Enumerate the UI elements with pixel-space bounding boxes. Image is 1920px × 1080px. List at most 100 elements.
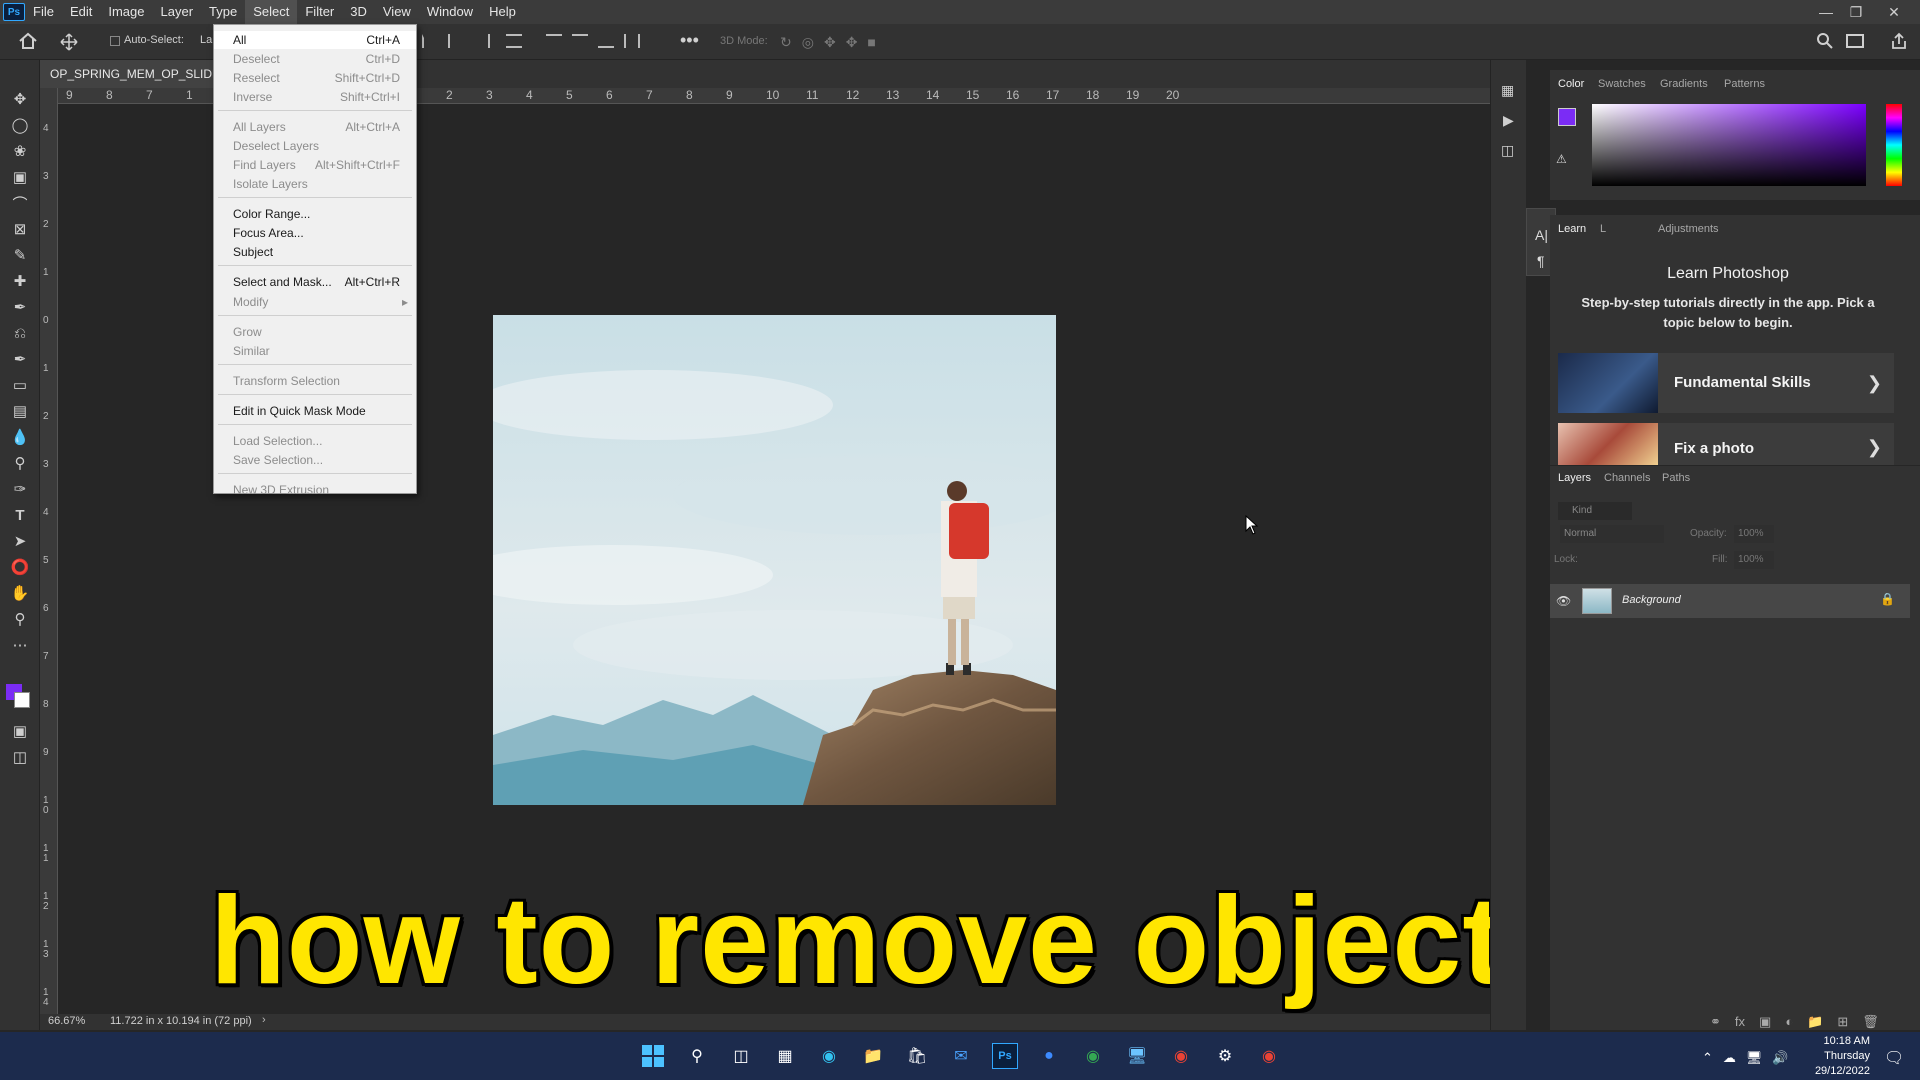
menu-item-similar[interactable]: Similar (214, 342, 416, 360)
align-bottom-icon[interactable] (598, 34, 614, 48)
history-brush-tool-icon[interactable]: ✒ (8, 348, 32, 370)
menu-3d[interactable]: 3D (342, 0, 375, 24)
tab-learn[interactable]: Learn (1558, 223, 1586, 235)
paragraph-icon[interactable]: ¶ (1537, 253, 1545, 269)
clone-stamp-tool-icon[interactable]: ⎌ (8, 322, 32, 344)
menu-edit[interactable]: Edit (62, 0, 100, 24)
tab-paths[interactable]: Paths (1662, 472, 1690, 484)
more-options-icon[interactable]: ••• (680, 30, 699, 51)
layer-row[interactable]: 👁 Background 🔒 (1550, 584, 1910, 618)
character-icon[interactable]: A| (1535, 227, 1548, 243)
settings-icon[interactable]: ⚙ (1212, 1043, 1238, 1069)
crop-tool-icon[interactable]: ⌒ (8, 192, 32, 214)
menu-file[interactable]: File (25, 0, 62, 24)
widgets-icon[interactable]: ▦ (772, 1043, 798, 1069)
menu-item-reselect[interactable]: Reselect Shift+Ctrl+D (214, 69, 416, 87)
menu-item-new-3d-extrusion[interactable]: New 3D Extrusion (214, 481, 416, 499)
hue-slider[interactable] (1886, 104, 1902, 186)
cloud-icon[interactable]: ☁ (1723, 1050, 1736, 1066)
menu-item-deselect-layers[interactable]: Deselect Layers (214, 137, 416, 155)
layer-name[interactable]: Background (1622, 594, 1681, 606)
network-icon[interactable]: 🖥 (1746, 1050, 1763, 1066)
menu-item-select-and-mask[interactable]: Select and Mask... Alt+Ctrl+R (214, 273, 416, 291)
chevron-up-icon[interactable]: ⌃ (1702, 1050, 1713, 1066)
frame-tool-icon[interactable]: ⊠ (8, 218, 32, 240)
more-tools-icon[interactable]: ⋯ (8, 634, 32, 656)
search-icon[interactable] (1816, 32, 1834, 50)
libraries-icon[interactable]: ◫ (1501, 142, 1514, 159)
gradient-tool-icon[interactable]: ▤ (8, 400, 32, 422)
app-icon[interactable]: ● (1036, 1043, 1062, 1069)
photoshop-taskbar-icon[interactable]: Ps (992, 1043, 1018, 1069)
menu-filter[interactable]: Filter (297, 0, 342, 24)
pen-tool-icon[interactable]: ✑ (8, 478, 32, 500)
align-left-icon[interactable] (422, 34, 438, 48)
menu-view[interactable]: View (375, 0, 419, 24)
background-color-swatch[interactable] (14, 692, 30, 708)
visibility-eye-icon[interactable]: 👁 (1556, 594, 1571, 608)
notification-icon[interactable]: 🗨 (1884, 1048, 1904, 1068)
hand-tool-icon[interactable]: ✋ (8, 582, 32, 604)
menu-item-color-range[interactable]: Color Range... (214, 205, 416, 223)
dodge-tool-icon[interactable]: ⚲ (8, 452, 32, 474)
move-tool-icon[interactable] (60, 33, 78, 51)
ellipse-tool-icon[interactable]: ⭕ (8, 556, 32, 578)
quick-mask-icon[interactable]: ▣ (8, 720, 32, 742)
new-layer-icon[interactable]: ⊞ (1837, 1014, 1848, 1030)
document-tab[interactable]: OP_SPRING_MEM_OP_SLIDER-w (40, 60, 220, 88)
marquee-tool-icon[interactable]: ◯ (8, 114, 32, 136)
zoom-tool-icon[interactable]: ⚲ (8, 608, 32, 630)
menu-image[interactable]: Image (100, 0, 152, 24)
home-icon[interactable] (18, 32, 38, 50)
eyedropper-tool-icon[interactable]: ✎ (8, 244, 32, 266)
scale-3d-icon[interactable]: ■ (867, 34, 875, 51)
microsoft-store-icon[interactable]: 🛍 (904, 1043, 930, 1069)
edge-browser-icon[interactable]: ◉ (816, 1043, 842, 1069)
menu-item-grow[interactable]: Grow (214, 323, 416, 341)
share-icon[interactable] (1890, 32, 1908, 50)
mail-icon[interactable]: ✉ (948, 1043, 974, 1069)
color-foreground-swatch[interactable] (1558, 108, 1576, 126)
menu-item-modify[interactable]: Modify ▸ (214, 293, 416, 311)
task-view-icon[interactable]: ◫ (728, 1043, 754, 1069)
layer-style-icon[interactable]: fx (1735, 1014, 1745, 1030)
tab-patterns[interactable]: Patterns (1724, 78, 1765, 90)
type-tool-icon[interactable]: T (8, 504, 32, 526)
blur-tool-icon[interactable]: 💧 (8, 426, 32, 448)
menu-item-focus-area[interactable]: Focus Area... (214, 224, 416, 242)
move-tool-icon[interactable]: ✥ (8, 88, 32, 110)
screen-mode-icon[interactable]: ◫ (8, 746, 32, 768)
tab-channels[interactable]: Channels (1604, 472, 1650, 484)
close-button[interactable]: ✕ (1876, 0, 1912, 24)
file-explorer-icon[interactable]: 📁 (860, 1043, 886, 1069)
workspace-icon[interactable] (1846, 34, 1864, 48)
slide-icon[interactable]: ✥ (846, 34, 858, 51)
taskbar-clock[interactable]: 10:18 AM Thursday 29/12/2022 (1790, 1034, 1870, 1079)
search-icon[interactable]: ⚲ (684, 1043, 710, 1069)
tab-adjustments[interactable]: Adjustments (1658, 223, 1719, 235)
menu-item-find-layers[interactable]: Find Layers Alt+Shift+Ctrl+F (214, 156, 416, 174)
healing-brush-tool-icon[interactable]: ✚ (8, 270, 32, 292)
chrome-icon[interactable]: ◉ (1080, 1043, 1106, 1069)
menu-item-edit-in-quick-mask-mode[interactable]: Edit in Quick Mask Mode (214, 402, 416, 420)
tab-swatches[interactable]: Swatches (1598, 78, 1646, 90)
link-layers-icon[interactable]: ⚭ (1710, 1014, 1721, 1030)
pan-3d-icon[interactable]: ✥ (824, 34, 836, 51)
opacity-input[interactable]: 100% (1734, 525, 1774, 543)
layer-dropdown[interactable]: La (200, 34, 212, 46)
blend-mode-select[interactable]: Normal (1560, 525, 1664, 543)
fill-input[interactable]: 100% (1734, 551, 1774, 569)
recorder-icon[interactable]: ◉ (1256, 1043, 1282, 1069)
tutorial-card-fix-a-photo[interactable]: Fix a photo ❯ (1558, 423, 1894, 465)
tab-color[interactable]: Color (1558, 78, 1584, 90)
menu-item-isolate-layers[interactable]: Isolate Layers (214, 175, 416, 193)
restore-button[interactable]: ❐ (1838, 0, 1874, 24)
menu-item-transform-selection[interactable]: Transform Selection (214, 372, 416, 390)
menu-item-subject[interactable]: Subject (214, 243, 416, 261)
history-icon[interactable]: ▦ (1501, 82, 1514, 99)
menu-item-load-selection[interactable]: Load Selection... (214, 432, 416, 450)
layer-filter-search[interactable]: Kind (1558, 502, 1632, 520)
menu-item-inverse[interactable]: Inverse Shift+Ctrl+I (214, 88, 416, 106)
add-mask-icon[interactable]: ▣ (1759, 1014, 1771, 1030)
new-group-icon[interactable]: 📁 (1807, 1014, 1823, 1030)
